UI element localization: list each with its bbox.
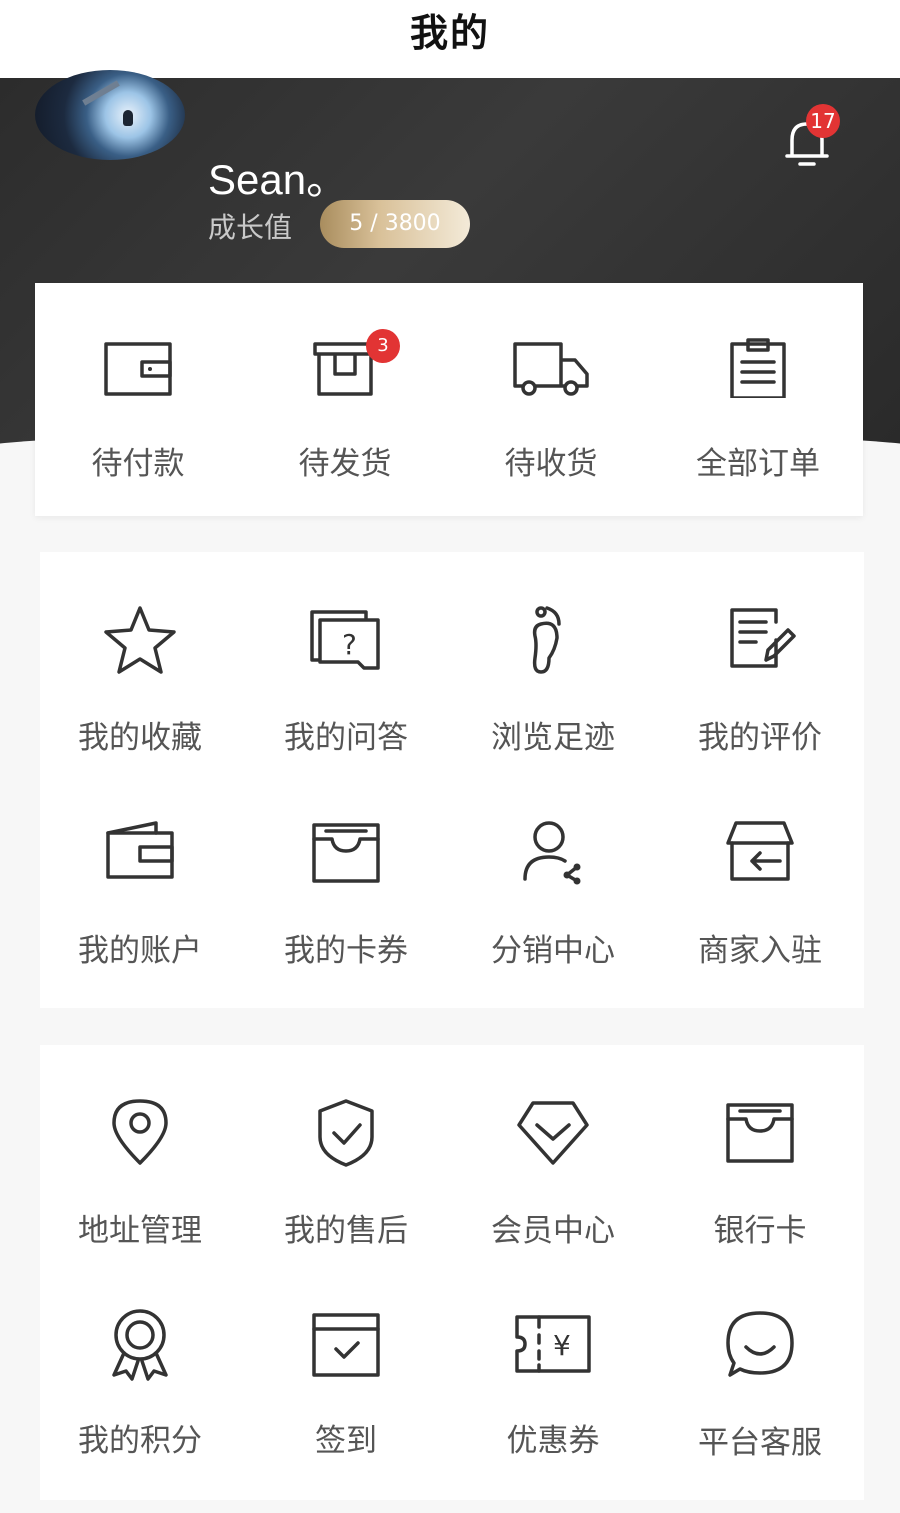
order-label: 全部订单: [696, 446, 820, 482]
coupon-icon: ¥: [515, 1315, 591, 1373]
menu-label: 商家入驻: [698, 933, 822, 969]
account-wallet-icon: [106, 821, 174, 879]
top-bar: 我的: [0, 0, 900, 78]
menu-label: 签到: [315, 1423, 377, 1459]
menu-label: 我的积分: [78, 1423, 202, 1459]
avatar[interactable]: [35, 70, 185, 160]
truck-icon: [513, 342, 589, 396]
menu-distribution[interactable]: 分销中心: [450, 817, 656, 970]
menu-address[interactable]: 地址管理: [37, 1097, 243, 1250]
wallet-icon: [104, 342, 172, 396]
menu-label: 地址管理: [78, 1213, 202, 1249]
share-user-icon: [523, 821, 581, 885]
menu-membership[interactable]: 会员中心: [450, 1097, 656, 1250]
order-label: 待付款: [91, 446, 185, 482]
order-label: 待发货: [298, 446, 392, 482]
growth-value-badge[interactable]: 5 / 3800: [320, 200, 470, 248]
menu-after-sales[interactable]: 我的售后: [243, 1097, 449, 1250]
clipboard-icon: [730, 338, 786, 398]
menu-label: 我的评价: [698, 720, 822, 756]
menu-checkin[interactable]: 签到: [243, 1307, 449, 1460]
menu-bank-card[interactable]: 银行卡: [657, 1097, 863, 1250]
menu-label: 优惠券: [506, 1423, 600, 1459]
order-count-badge: 3: [366, 329, 400, 363]
checkin-icon: [312, 1313, 380, 1377]
menu-account[interactable]: 我的账户: [37, 817, 243, 970]
menu-label: 会员中心: [491, 1213, 615, 1249]
question-icon: ?: [310, 610, 380, 670]
location-icon: [112, 1099, 168, 1165]
username[interactable]: Sean。: [208, 146, 348, 207]
menu-label: 分销中心: [491, 933, 615, 969]
menu-qa[interactable]: ? 我的问答: [243, 604, 449, 757]
bank-card-icon: [726, 1103, 794, 1163]
menu-footprints[interactable]: 浏览足迹: [450, 604, 656, 757]
menu-label: 我的收藏: [78, 720, 202, 756]
menu-label: 我的售后: [284, 1213, 408, 1249]
order-all[interactable]: 全部订单: [655, 338, 861, 483]
review-icon: [730, 608, 796, 668]
menu-label: 我的账户: [78, 933, 202, 969]
menu-label: 浏览足迹: [491, 720, 615, 756]
service-card: 地址管理 我的售后 会员中心 银行卡 我的积分 签到 ¥ 优惠券 平台客服: [40, 1045, 864, 1500]
menu-reviews[interactable]: 我的评价: [657, 604, 863, 757]
menu-points[interactable]: 我的积分: [37, 1307, 243, 1460]
shield-check-icon: [318, 1099, 374, 1167]
menu-label: 我的卡券: [284, 933, 408, 969]
medal-icon: [112, 1309, 168, 1381]
menu-customer-service[interactable]: 平台客服: [657, 1307, 863, 1462]
notification-badge: 17: [806, 104, 840, 138]
order-pending-payment[interactable]: 待付款: [35, 338, 241, 483]
order-pending-receipt[interactable]: 待收货: [448, 338, 654, 483]
tools-card: 我的收藏 ? 我的问答 浏览足迹 我的评价 我的账户 我的卡券 分销中心 商家入…: [40, 552, 864, 1008]
menu-favorites[interactable]: 我的收藏: [37, 604, 243, 757]
svg-text:?: ?: [342, 628, 357, 661]
svg-text:¥: ¥: [553, 1329, 571, 1362]
page-title: 我的: [409, 11, 490, 55]
store-enter-icon: [726, 821, 794, 881]
star-icon: [104, 606, 176, 674]
menu-label: 我的问答: [284, 720, 408, 756]
chat-icon: [726, 1311, 794, 1377]
menu-label: 银行卡: [713, 1213, 807, 1249]
growth-label: 成长值: [208, 211, 293, 244]
diamond-icon: [517, 1101, 589, 1165]
menu-vouchers[interactable]: 我的卡券: [243, 817, 449, 970]
footprint-icon: [532, 606, 561, 674]
menu-label: 平台客服: [698, 1425, 822, 1461]
orders-card: 待付款 待发货 3 待收货 全部订单: [35, 283, 863, 516]
menu-coupons[interactable]: ¥ 优惠券: [450, 1307, 656, 1460]
menu-merchant[interactable]: 商家入驻: [657, 817, 863, 970]
order-pending-shipment[interactable]: 待发货: [242, 338, 448, 483]
order-label: 待收货: [504, 446, 598, 482]
card-voucher-icon: [312, 823, 380, 883]
